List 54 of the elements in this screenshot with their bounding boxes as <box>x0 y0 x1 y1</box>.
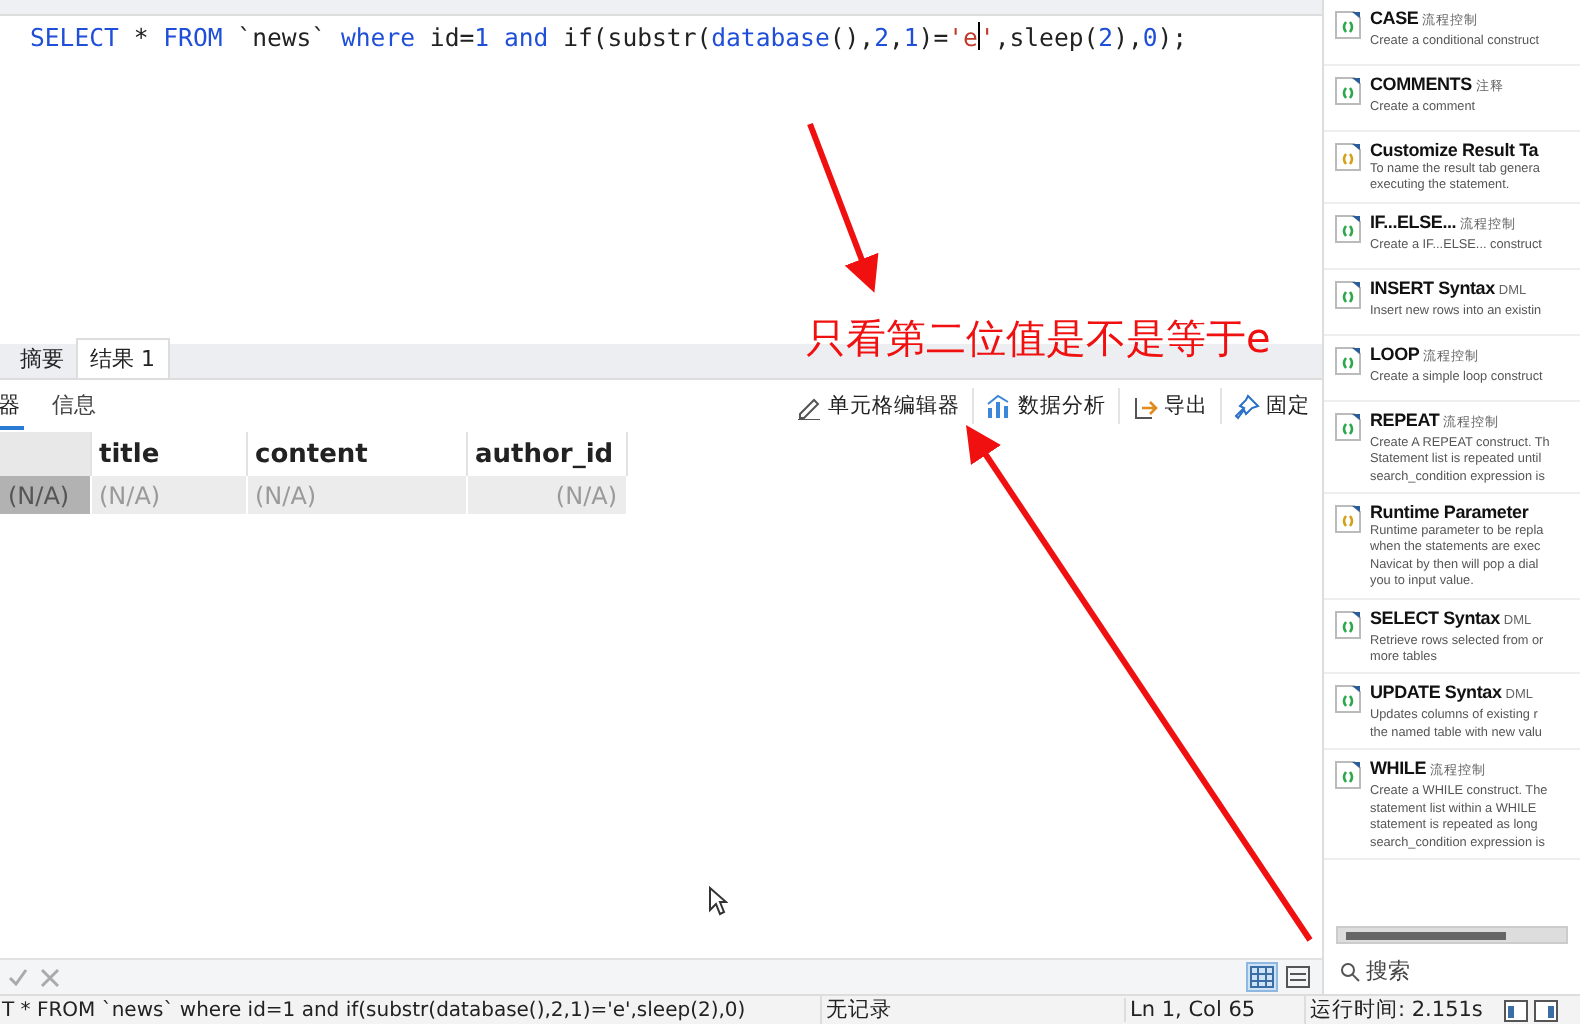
form-view-button[interactable] <box>1282 962 1314 992</box>
snippet-title: REPEAT <box>1370 409 1440 430</box>
pencil-icon <box>796 393 822 419</box>
search-field[interactable]: 搜索 <box>1324 952 1580 994</box>
table-cell: (N/A) <box>466 476 626 514</box>
mouse-pointer-icon <box>708 886 728 916</box>
snippet-file-icon <box>1334 10 1362 40</box>
panel-icon[interactable] <box>1504 999 1528 1021</box>
result-tab[interactable]: 结果 1 <box>76 338 169 378</box>
snippet-file-icon <box>1334 760 1362 791</box>
snippet-file-icon <box>1334 213 1362 244</box>
horizontal-scrollbar[interactable] <box>1336 926 1568 944</box>
snippet-title: LOOP <box>1370 343 1420 364</box>
cursor-position: Ln 1, Col 65 <box>1124 998 1304 1022</box>
panel-icon[interactable] <box>1534 999 1558 1021</box>
snippet-title: UPDATE Syntax <box>1370 682 1502 703</box>
column-header[interactable]: content <box>246 432 466 476</box>
toolbar-button[interactable]: 单元格编辑器 <box>784 388 972 424</box>
toolbar-button[interactable]: 固定 <box>1220 388 1322 424</box>
toolbar-button[interactable]: 数据分析 <box>972 388 1118 424</box>
snippet-file-icon <box>1334 142 1362 172</box>
result-tab[interactable]: 摘要 <box>8 340 76 378</box>
annotation-text: 只看第二位值是不是等于e <box>806 312 1271 366</box>
grid-view-button[interactable] <box>1246 962 1278 992</box>
snippet-file-icon <box>1334 684 1362 715</box>
bar-chart-icon <box>986 393 1012 419</box>
snippet-title: INSERT Syntax <box>1370 277 1495 298</box>
snippet-file-icon <box>1334 609 1362 640</box>
toolbar-button[interactable]: 导出 <box>1118 388 1220 424</box>
table-cell: (N/A) <box>246 476 466 514</box>
snippet-title: Runtime Parameter <box>1370 500 1531 524</box>
snippet-title: COMMENTS <box>1370 74 1472 94</box>
table-cell: (N/A) <box>90 476 246 514</box>
row-header-cell: (N/A) <box>0 476 90 514</box>
pin-icon <box>1234 393 1260 419</box>
column-header[interactable]: title <box>90 432 246 476</box>
snippet-file-icon <box>1334 279 1362 310</box>
row-header-cell <box>0 432 90 476</box>
column-header[interactable]: author_id <box>466 432 626 476</box>
export-icon <box>1132 393 1158 419</box>
snippet-title: WHILE <box>1370 758 1426 779</box>
snippet-title: SELECT Syntax <box>1370 607 1500 628</box>
snippet-title: Customize Result Ta <box>1370 138 1540 162</box>
record-count: 无记录 <box>820 996 1124 1024</box>
search-icon <box>1340 961 1360 981</box>
snippet-file-icon <box>1334 76 1362 106</box>
snippet-file-icon <box>1334 411 1362 442</box>
check-icon[interactable] <box>8 967 28 987</box>
snippet-title: CASE <box>1370 8 1419 28</box>
snippet-title: IF...ELSE... <box>1370 211 1457 232</box>
snippet-file-icon <box>1334 504 1362 535</box>
view-tab[interactable]: 信息 <box>48 383 100 429</box>
status-sql: T * FROM `news` where id=1 and if(substr(database(),2,1)='e',sleep(2),0) <box>0 999 748 1021</box>
snippet-file-icon <box>1334 345 1362 376</box>
